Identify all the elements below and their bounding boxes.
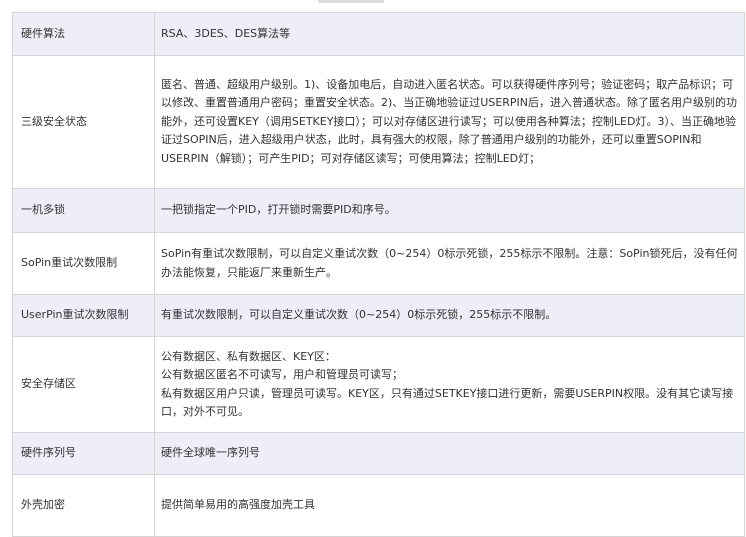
row-key: 一机多锁 <box>12 188 155 233</box>
row-value: 有重试次数限制，可以自定义重试次数（0~254）0标示死锁，255标示不限制。 <box>154 294 745 337</box>
top-tab-fragment <box>318 0 384 3</box>
table-row: SoPin重试次数限制 SoPin有重试次数限制，可以自定义重试次数（0~254… <box>12 232 745 295</box>
row-value: RSA、3DES、DES算法等 <box>154 12 745 56</box>
table-row: 硬件序列号 硬件全球唯一序列号 <box>12 432 745 475</box>
value-line: 提供简单易用的高强度加壳工具 <box>161 498 315 512</box>
row-value: 硬件全球唯一序列号 <box>154 432 745 475</box>
feature-spec-table: 硬件算法 RSA、3DES、DES算法等 三级安全状态 匿名、普通、超级用户级别… <box>12 12 745 537</box>
value-line: 一把锁指定一个PID，打开锁时需要PID和序号。 <box>161 203 396 217</box>
row-value: 提供简单易用的高强度加壳工具 <box>154 474 745 537</box>
table-row: 三级安全状态 匿名、普通、超级用户级别。1)、设备加电后，自动进入匿名状态。可以… <box>12 55 745 189</box>
value-line: 公有数据区、私有数据区、KEY区： <box>161 349 336 363</box>
row-key: 安全存储区 <box>12 336 155 433</box>
row-key: 外壳加密 <box>12 474 155 537</box>
table-row: 硬件算法 RSA、3DES、DES算法等 <box>12 12 745 56</box>
table-row: 外壳加密 提供简单易用的高强度加壳工具 <box>12 474 745 537</box>
value-line: RSA、3DES、DES算法等 <box>161 26 291 40</box>
value-line: 匿名、普通、超级用户级别。1)、设备加电后，自动进入匿名状态。可以获得硬件序列号… <box>161 77 738 165</box>
row-key: UserPin重试次数限制 <box>12 294 155 337</box>
row-value: 一把锁指定一个PID，打开锁时需要PID和序号。 <box>154 188 745 233</box>
value-line: SoPin有重试次数限制，可以自定义重试次数（0~254）0标示死锁，255标示… <box>161 247 738 279</box>
row-value: 公有数据区、私有数据区、KEY区： 公有数据区匿名不可读写，用户和管理员可读写；… <box>154 336 745 433</box>
row-key: 硬件算法 <box>12 12 155 56</box>
row-key: 三级安全状态 <box>12 55 155 189</box>
table-row: 安全存储区 公有数据区、私有数据区、KEY区： 公有数据区匿名不可读写，用户和管… <box>12 336 745 433</box>
table-row: 一机多锁 一把锁指定一个PID，打开锁时需要PID和序号。 <box>12 188 745 233</box>
row-value: SoPin有重试次数限制，可以自定义重试次数（0~254）0标示死锁，255标示… <box>154 232 745 295</box>
row-value: 匿名、普通、超级用户级别。1)、设备加电后，自动进入匿名状态。可以获得硬件序列号… <box>154 55 745 189</box>
value-line: 公有数据区匿名不可读写，用户和管理员可读写； <box>161 368 403 381</box>
table-row: UserPin重试次数限制 有重试次数限制，可以自定义重试次数（0~254）0标… <box>12 294 745 337</box>
value-line: 私有数据区用户只读，管理员可读写。KEY区，只有通过SETKEY接口进行更新，需… <box>161 386 734 419</box>
value-line: 有重试次数限制，可以自定义重试次数（0~254）0标示死锁，255标示不限制。 <box>161 308 557 322</box>
value-line: 硬件全球唯一序列号 <box>161 446 260 460</box>
row-key: 硬件序列号 <box>12 432 155 475</box>
row-key: SoPin重试次数限制 <box>12 232 155 295</box>
